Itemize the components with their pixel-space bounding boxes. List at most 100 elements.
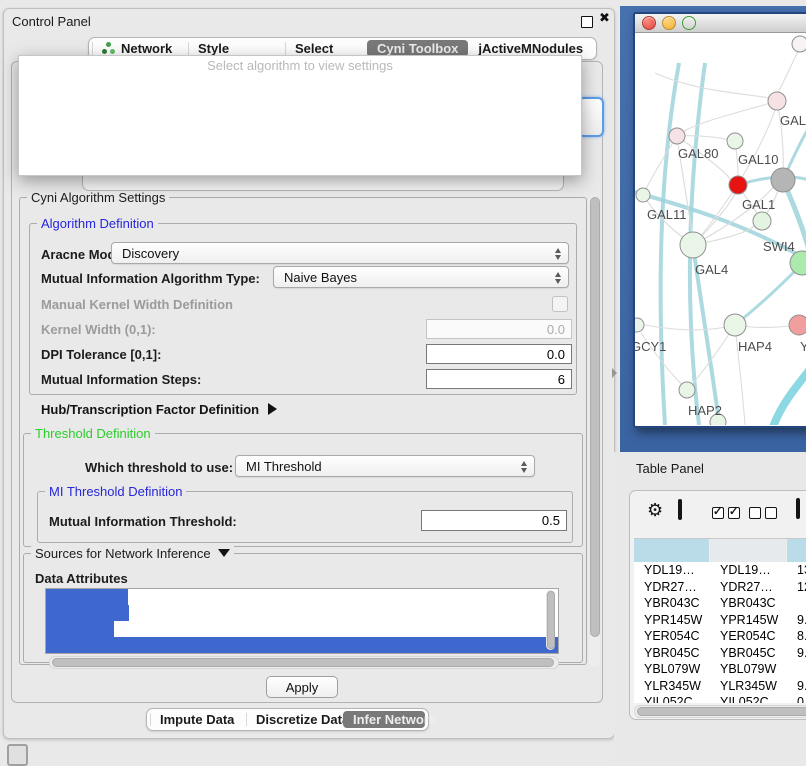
table-cell: 9.: [787, 645, 806, 662]
attribute-list-item[interactable]: [46, 621, 114, 637]
settings-vertical-scrollbar[interactable]: [589, 195, 600, 667]
combo-value: MI Threshold: [246, 459, 322, 474]
table-row[interactable]: YBR043CYBR043C: [634, 595, 806, 612]
collapsed-arrow-icon: [268, 403, 277, 415]
network-node[interactable]: [729, 176, 747, 194]
table-panel-title: Table Panel: [636, 461, 704, 476]
expanded-arrow-icon: [218, 549, 230, 557]
attribute-list-item[interactable]: [46, 589, 128, 605]
table-row[interactable]: YER054CYER054C8.: [634, 628, 806, 645]
network-node[interactable]: [680, 232, 706, 258]
table-cell: YBR043C: [634, 595, 710, 612]
deselect-all-icon[interactable]: [749, 507, 777, 519]
zoom-traffic-light-icon[interactable]: [682, 16, 696, 30]
manual-kernel-checkbox[interactable]: [552, 296, 568, 312]
scrollbar-thumb[interactable]: [547, 591, 555, 649]
network-node[interactable]: [727, 133, 743, 149]
gear-icon[interactable]: ⚙: [647, 502, 663, 520]
split-columns-icon[interactable]: [678, 499, 682, 520]
which-threshold-combo[interactable]: MI Threshold: [235, 455, 535, 477]
sources-group-title[interactable]: Sources for Network Inference: [31, 546, 234, 561]
table-cell: YBL079W: [634, 661, 710, 678]
tab[interactable]: Impute Data: [150, 711, 246, 728]
mi-threshold-field[interactable]: [421, 510, 567, 531]
apply-button[interactable]: Apply: [266, 676, 338, 698]
close-traffic-light-icon[interactable]: [642, 16, 656, 30]
network-node[interactable]: [789, 315, 806, 335]
dpi-tolerance-field[interactable]: [426, 344, 572, 364]
attribute-list-item[interactable]: [46, 605, 129, 621]
network-node[interactable]: [635, 318, 644, 332]
network-node[interactable]: [636, 188, 650, 202]
table-cell: YDR27…: [710, 579, 787, 596]
table-row[interactable]: YIL052CYIL052C0.: [634, 694, 806, 703]
mi-threshold-label: Mutual Information Threshold:: [49, 514, 237, 529]
table-cell: YER054C: [710, 628, 787, 645]
mi-algorithm-type-combo[interactable]: Naive Bayes: [273, 266, 569, 288]
settings-horizontal-scrollbar[interactable]: [49, 656, 559, 669]
tab[interactable]: Discretize Data: [246, 711, 343, 728]
attribute-list-item[interactable]: [46, 637, 558, 653]
tab[interactable]: Infer Network: [343, 711, 425, 728]
table-row[interactable]: YPR145WYPR145W9.: [634, 612, 806, 629]
network-node[interactable]: [771, 168, 795, 192]
kernel-width-field[interactable]: [426, 319, 572, 339]
algorithm-option[interactable]: [19, 123, 581, 139]
table-row[interactable]: YBR045CYBR045C9.: [634, 645, 806, 662]
hub-section-toggle[interactable]: Hub/Transcription Factor Definition: [41, 402, 277, 417]
split-pane-collapse-icon[interactable]: [612, 368, 617, 378]
network-node[interactable]: [792, 36, 806, 52]
algorithm-option[interactable]: [19, 139, 581, 155]
network-node[interactable]: [790, 251, 806, 275]
scrollbar-thumb[interactable]: [637, 707, 806, 716]
algorithm-option[interactable]: [19, 155, 581, 171]
docked-panel-icon[interactable]: [7, 744, 28, 766]
table-row[interactable]: YDL19…YDL19…13: [634, 562, 806, 579]
scrollbar-thumb[interactable]: [52, 658, 554, 667]
table-row[interactable]: YDR27…YDR27…12: [634, 579, 806, 596]
float-window-icon[interactable]: [581, 16, 593, 28]
mi-steps-field[interactable]: [426, 369, 572, 389]
close-icon[interactable]: ✖: [599, 11, 610, 26]
mi-steps-label: Mutual Information Steps:: [41, 372, 201, 387]
table-row[interactable]: YLR345WYLR345W9.: [634, 678, 806, 695]
tab-label: Infer Network: [353, 712, 436, 727]
network-window-titlebar[interactable]: [635, 14, 806, 33]
scrollbar-thumb[interactable]: [590, 197, 600, 637]
algorithm-option[interactable]: [19, 107, 89, 123]
network-node[interactable]: [669, 128, 685, 144]
combo-value: Naive Bayes: [284, 270, 357, 285]
aracne-mode-combo[interactable]: Discovery: [111, 242, 569, 264]
network-node[interactable]: [724, 314, 746, 336]
algorithm-list: [19, 75, 581, 171]
tab-label: Style: [198, 41, 229, 56]
network-view-window[interactable]: GALGAL80GAL10GAL1GAL11SWI4GAL4GCY1HAP4YH…: [633, 12, 806, 428]
attribute-list-scrollbar[interactable]: [546, 590, 555, 650]
network-node[interactable]: [753, 212, 771, 230]
table-cell: YDR27…: [634, 579, 710, 596]
network-tree-icon: [102, 42, 116, 56]
dpi-tolerance-label: DPI Tolerance [0,1]:: [41, 347, 161, 362]
table-cell: YBR043C: [710, 595, 787, 612]
network-node[interactable]: [768, 92, 786, 110]
network-node-label: GAL11: [647, 207, 687, 222]
algorithm-option[interactable]: [19, 91, 104, 107]
minimize-traffic-light-icon[interactable]: [662, 16, 676, 30]
column-header[interactable]: [787, 539, 806, 562]
table-horizontal-scrollbar[interactable]: [634, 705, 806, 718]
table-cell: YPR145W: [634, 612, 710, 629]
column-header[interactable]: [634, 539, 710, 562]
sources-title-text: Sources for Network Inference: [35, 546, 211, 561]
network-canvas[interactable]: GALGAL80GAL10GAL1GAL11SWI4GAL4GCY1HAP4YH…: [635, 33, 806, 425]
combo-stepper-icon: [555, 248, 561, 260]
dropdown-placeholder: Select algorithm to view settings: [19, 57, 581, 75]
combo-stepper-icon: [555, 272, 561, 284]
tab-label: Network: [121, 41, 172, 56]
algorithm-option[interactable]: [19, 75, 103, 91]
data-attributes-label: Data Attributes: [35, 571, 128, 586]
table-row[interactable]: YBL079WYBL079W: [634, 661, 806, 678]
network-node[interactable]: [679, 382, 695, 398]
column-header[interactable]: [710, 539, 787, 562]
new-table-icon[interactable]: [796, 498, 800, 519]
select-all-icon[interactable]: [712, 507, 740, 519]
